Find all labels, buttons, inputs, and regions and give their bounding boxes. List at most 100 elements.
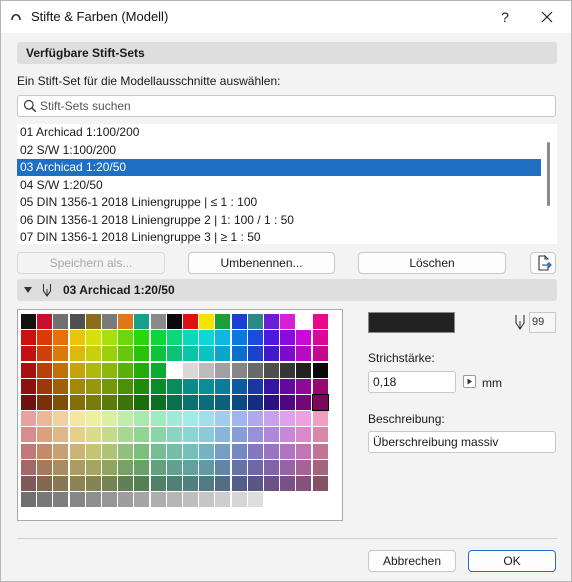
color-swatch[interactable]: [21, 492, 36, 508]
color-swatch[interactable]: [215, 411, 231, 427]
color-swatch[interactable]: [231, 395, 247, 410]
pen-color-palette[interactable]: [17, 309, 343, 521]
color-swatch[interactable]: [118, 492, 134, 508]
color-swatch[interactable]: [296, 314, 312, 329]
color-swatch[interactable]: [247, 346, 263, 362]
color-swatch[interactable]: [247, 476, 263, 491]
color-swatch[interactable]: [199, 330, 215, 346]
color-swatch[interactable]: [296, 459, 312, 475]
color-swatch[interactable]: [199, 395, 215, 410]
color-swatch[interactable]: [53, 362, 69, 378]
color-swatch[interactable]: [102, 411, 117, 427]
color-swatch[interactable]: [85, 346, 101, 362]
color-swatch[interactable]: [53, 476, 69, 491]
color-swatch[interactable]: [280, 395, 296, 410]
color-swatch[interactable]: [215, 443, 231, 459]
color-swatch[interactable]: [118, 395, 134, 410]
color-swatch[interactable]: [37, 459, 53, 475]
color-swatch[interactable]: [53, 314, 69, 329]
color-swatch[interactable]: [150, 330, 166, 346]
color-swatch[interactable]: [312, 459, 328, 475]
color-swatch[interactable]: [264, 395, 279, 410]
color-swatch[interactable]: [183, 330, 198, 346]
delete-button[interactable]: Löschen: [358, 252, 506, 274]
color-swatch[interactable]: [247, 427, 263, 443]
color-swatch[interactable]: [118, 346, 134, 362]
color-swatch[interactable]: [264, 459, 279, 475]
list-item[interactable]: 07 DIN 1356-1 2018 Liniengruppe 3 | ≥ 1 …: [17, 229, 541, 244]
color-swatch[interactable]: [231, 330, 247, 346]
selected-pen-color[interactable]: [368, 312, 455, 333]
search-box[interactable]: [17, 95, 556, 117]
color-swatch[interactable]: [247, 459, 263, 475]
color-swatch[interactable]: [231, 314, 247, 329]
color-swatch[interactable]: [247, 411, 263, 427]
color-swatch[interactable]: [37, 346, 53, 362]
color-swatch[interactable]: [312, 330, 328, 346]
color-swatch[interactable]: [69, 314, 85, 329]
color-swatch[interactable]: [311, 394, 329, 411]
color-swatch[interactable]: [134, 362, 150, 378]
color-swatch[interactable]: [69, 459, 85, 475]
color-swatch[interactable]: [166, 411, 182, 427]
color-swatch[interactable]: [53, 395, 69, 410]
color-swatch[interactable]: [118, 443, 134, 459]
color-swatch[interactable]: [247, 443, 263, 459]
rename-button[interactable]: Umbenennen...: [188, 252, 335, 274]
color-swatch[interactable]: [69, 411, 85, 427]
color-swatch[interactable]: [264, 314, 279, 329]
color-swatch[interactable]: [312, 346, 328, 362]
color-swatch[interactable]: [150, 346, 166, 362]
color-swatch[interactable]: [53, 492, 69, 508]
color-swatch[interactable]: [37, 411, 53, 427]
color-swatch[interactable]: [85, 492, 101, 508]
color-swatch[interactable]: [247, 378, 263, 394]
color-swatch[interactable]: [199, 476, 215, 491]
color-swatch[interactable]: [37, 492, 53, 508]
color-swatch[interactable]: [166, 476, 182, 491]
color-swatch[interactable]: [280, 378, 296, 394]
color-swatch[interactable]: [37, 378, 53, 394]
color-swatch[interactable]: [102, 395, 117, 410]
color-swatch[interactable]: [264, 476, 279, 491]
color-swatch[interactable]: [296, 443, 312, 459]
color-swatch[interactable]: [118, 314, 134, 329]
color-swatch[interactable]: [118, 459, 134, 475]
color-swatch[interactable]: [21, 346, 36, 362]
color-swatch[interactable]: [102, 492, 117, 508]
color-swatch[interactable]: [231, 378, 247, 394]
color-swatch[interactable]: [134, 395, 150, 410]
color-swatch[interactable]: [280, 330, 296, 346]
help-button[interactable]: ?: [491, 3, 519, 31]
color-swatch[interactable]: [134, 378, 150, 394]
description-input[interactable]: Überschreibung massiv: [368, 431, 556, 453]
color-swatch[interactable]: [264, 378, 279, 394]
color-swatch[interactable]: [215, 427, 231, 443]
color-swatch[interactable]: [37, 395, 53, 410]
color-swatch[interactable]: [53, 443, 69, 459]
color-swatch[interactable]: [199, 362, 215, 378]
current-set-header[interactable]: 03 Archicad 1:20/50: [17, 279, 557, 301]
color-swatch[interactable]: [21, 362, 36, 378]
color-swatch[interactable]: [85, 395, 101, 410]
color-swatch[interactable]: [280, 443, 296, 459]
color-swatch[interactable]: [296, 362, 312, 378]
weight-input[interactable]: 0,18: [368, 371, 456, 393]
color-swatch[interactable]: [166, 362, 182, 378]
ok-button[interactable]: OK: [468, 550, 556, 572]
color-swatch[interactable]: [312, 378, 328, 394]
color-swatch[interactable]: [296, 395, 312, 410]
color-swatch[interactable]: [102, 362, 117, 378]
color-swatch[interactable]: [199, 314, 215, 329]
color-swatch[interactable]: [183, 378, 198, 394]
color-swatch[interactable]: [150, 314, 166, 329]
penset-list[interactable]: 01 Archicad 1:100/200 02 S/W 1:100/200 03 …: [17, 124, 541, 244]
color-swatch[interactable]: [134, 443, 150, 459]
color-swatch[interactable]: [264, 330, 279, 346]
color-swatch[interactable]: [199, 427, 215, 443]
color-swatch[interactable]: [280, 427, 296, 443]
color-swatch[interactable]: [312, 314, 328, 329]
color-swatch[interactable]: [102, 314, 117, 329]
color-swatch[interactable]: [231, 476, 247, 491]
scrollbar-thumb[interactable]: [547, 142, 550, 206]
